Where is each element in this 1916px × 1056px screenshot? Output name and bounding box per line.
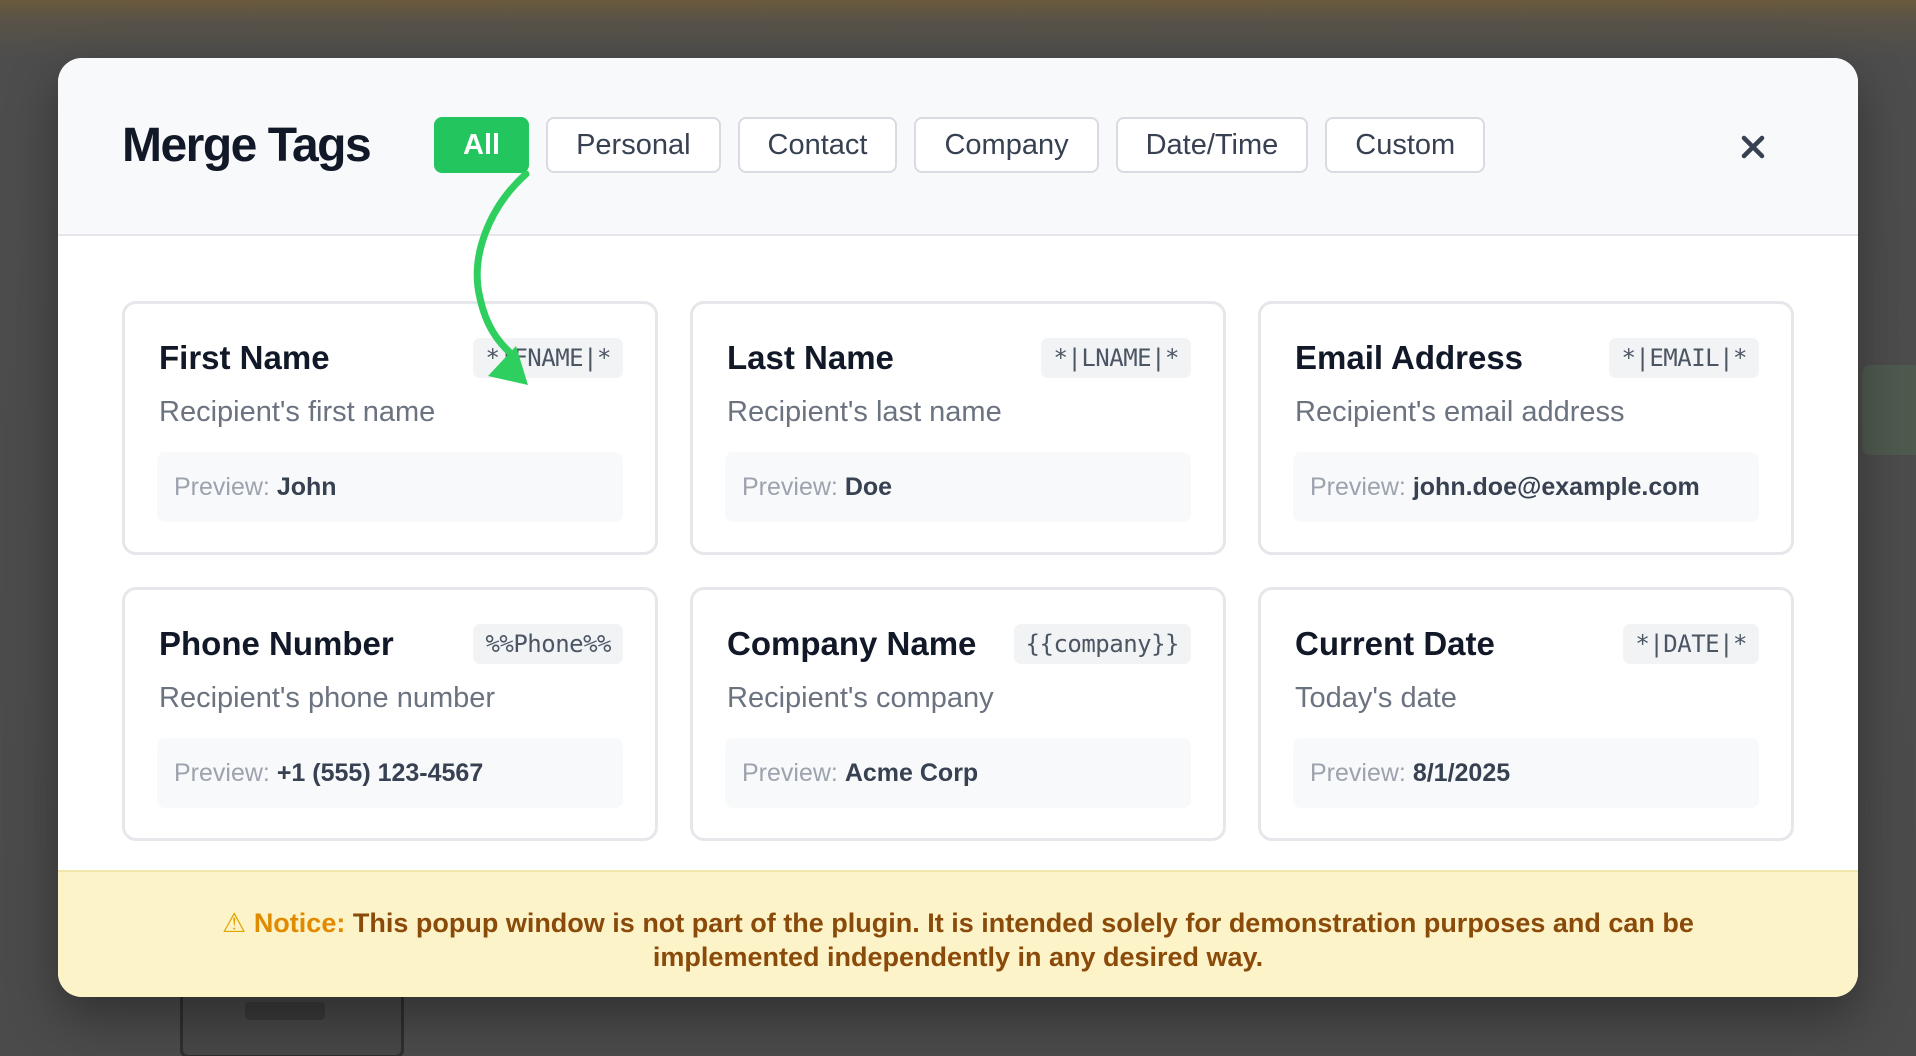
card-description: Recipient's email address [1295, 396, 1625, 428]
preview-value: Doe [844, 473, 893, 501]
card-tag-code: *|EMAIL|* [1609, 338, 1759, 378]
preview-value: john.doe@example.com [1412, 473, 1700, 501]
card-title: Last Name [727, 339, 894, 376]
modal-title: Merge Tags [122, 119, 372, 172]
close-button[interactable] [1728, 122, 1778, 172]
card-title: First Name [159, 339, 330, 376]
preview-value: +1 (555) 123-4567 [276, 759, 484, 787]
merge-tag-card[interactable]: Last Name *|LNAME|* Recipient's last nam… [690, 301, 1226, 555]
notice-text: This popup window is not part of the plu… [352, 908, 1694, 972]
tab-company[interactable]: Company [914, 117, 1099, 173]
card-tag-code: *|FNAME|* [473, 338, 623, 378]
card-tag-code: *|LNAME|* [1041, 338, 1191, 378]
merge-tag-grid: First Name *|FNAME|* Recipient's first n… [122, 301, 1794, 841]
background-card [1862, 365, 1916, 455]
category-tabs: All Personal Contact Company Date/Time C… [434, 117, 1486, 177]
preview-label: Preview: [742, 759, 838, 787]
preview-label: Preview: [1310, 759, 1406, 787]
notice-label: Notice: [253, 908, 346, 938]
preview-label: Preview: [174, 473, 270, 501]
preview-label: Preview: [1310, 473, 1406, 501]
merge-tag-card[interactable]: First Name *|FNAME|* Recipient's first n… [122, 301, 658, 555]
card-preview: Preview: John [157, 452, 623, 522]
card-description: Recipient's first name [159, 396, 436, 428]
tab-contact[interactable]: Contact [737, 117, 898, 173]
preview-value: 8/1/2025 [1412, 759, 1511, 787]
warning-icon: ⚠ [222, 908, 247, 938]
preview-label: Preview: [742, 473, 838, 501]
card-description: Recipient's last name [727, 396, 1002, 428]
tab-date-time[interactable]: Date/Time [1115, 117, 1309, 173]
card-title: Phone Number [159, 625, 394, 662]
card-title: Current Date [1295, 625, 1495, 662]
card-preview: Preview: john.doe@example.com [1293, 452, 1759, 522]
modal-header: Merge Tags All Personal Contact Company … [58, 58, 1858, 236]
merge-tags-modal: Merge Tags All Personal Contact Company … [58, 58, 1858, 997]
tab-all[interactable]: All [434, 117, 530, 173]
demo-notice-banner: ⚠ Notice: This popup window is not part … [58, 870, 1858, 997]
merge-tag-card[interactable]: Current Date *|DATE|* Today's date Previ… [1258, 587, 1794, 841]
card-title: Email Address [1295, 339, 1524, 376]
background-button [180, 990, 404, 1056]
merge-tag-card[interactable]: Company Name {{company}} Recipient's com… [690, 587, 1226, 841]
card-tag-code: {{company}} [1013, 624, 1191, 664]
preview-value: Acme Corp [844, 759, 979, 787]
tab-custom[interactable]: Custom [1325, 117, 1486, 173]
card-description: Recipient's company [727, 682, 994, 714]
card-title: Company Name [727, 625, 977, 662]
close-icon [1741, 135, 1765, 159]
card-preview: Preview: Acme Corp [725, 738, 1191, 808]
background-button-label [245, 1002, 325, 1020]
card-description: Today's date [1295, 682, 1457, 714]
card-preview: Preview: Doe [725, 452, 1191, 522]
card-description: Recipient's phone number [159, 682, 496, 714]
card-preview: Preview: 8/1/2025 [1293, 738, 1759, 808]
merge-tag-card[interactable]: Phone Number %%Phone%% Recipient's phone… [122, 587, 658, 841]
preview-value: John [276, 473, 337, 501]
tab-personal[interactable]: Personal [546, 117, 721, 173]
card-preview: Preview: +1 (555) 123-4567 [157, 738, 623, 808]
preview-label: Preview: [174, 759, 270, 787]
card-tag-code: *|DATE|* [1623, 624, 1759, 664]
card-tag-code: %%Phone%% [473, 624, 623, 664]
merge-tag-card[interactable]: Email Address *|EMAIL|* Recipient's emai… [1258, 301, 1794, 555]
